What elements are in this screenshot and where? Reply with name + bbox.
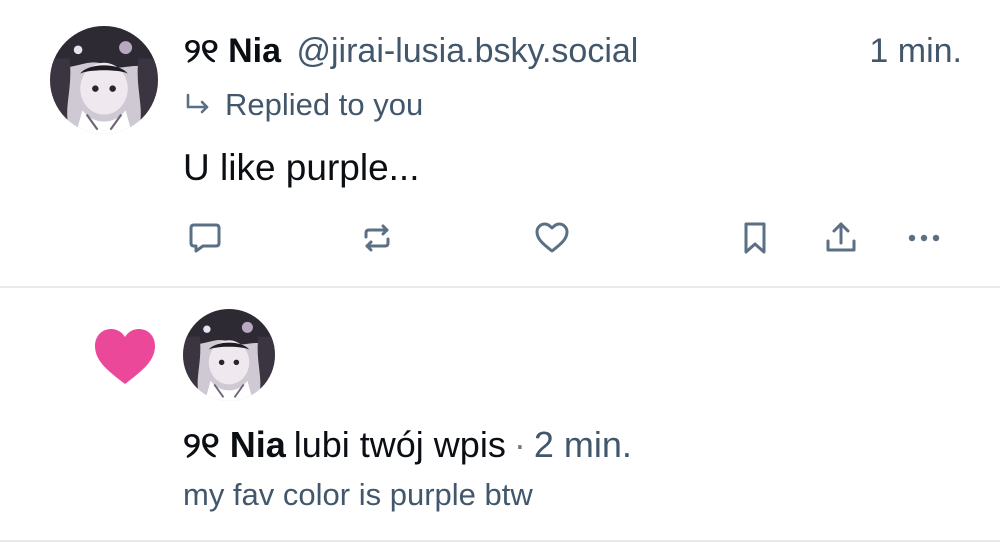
reply-context: Replied to you bbox=[183, 84, 423, 126]
author-handle[interactable]: @jirai-lusia.bsky.social bbox=[296, 32, 638, 70]
more-icon bbox=[908, 234, 940, 242]
reply-header: ୨୧ Nia @jirai-lusia.bsky.social bbox=[184, 28, 964, 74]
author-emoji: ୨୧ bbox=[184, 31, 219, 71]
liker-avatar[interactable] bbox=[183, 309, 275, 401]
like-timestamp: 2 min. bbox=[533, 424, 632, 465]
share-icon bbox=[826, 222, 856, 252]
notifications-feed: ୨୧ Nia @jirai-lusia.bsky.social 1 min. R… bbox=[0, 0, 1000, 543]
reply-arrow-icon bbox=[186, 93, 209, 114]
reply-context-label: Replied to you bbox=[225, 87, 424, 122]
bookmark-button[interactable] bbox=[733, 218, 777, 258]
reply-notification[interactable]: ୨୧ Nia @jirai-lusia.bsky.social 1 min. R… bbox=[0, 0, 1000, 286]
separator-dot: · bbox=[513, 424, 526, 465]
post-text: U like purple... bbox=[183, 147, 420, 188]
liker-emoji: ୨୧ bbox=[183, 425, 220, 466]
divider bbox=[0, 540, 1000, 542]
heart-filled-icon bbox=[95, 329, 155, 384]
liked-post-snippet[interactable]: my fav color is purple btw bbox=[183, 474, 533, 516]
like-action-text: lubi twój wpis bbox=[293, 424, 506, 465]
share-button[interactable] bbox=[819, 218, 863, 258]
like-button[interactable] bbox=[530, 218, 574, 258]
like-icon bbox=[535, 222, 569, 253]
repost-button[interactable] bbox=[355, 218, 399, 258]
repost-icon bbox=[364, 224, 390, 252]
timestamp: 1 min. bbox=[869, 32, 962, 70]
bookmark-icon bbox=[744, 222, 766, 254]
liker-name[interactable]: Nia bbox=[230, 424, 286, 465]
reply-button[interactable] bbox=[183, 218, 227, 258]
avatar-image bbox=[50, 26, 158, 134]
more-options-button[interactable] bbox=[902, 218, 946, 258]
author-avatar[interactable] bbox=[50, 26, 158, 134]
reply-icon bbox=[189, 223, 221, 253]
like-summary: ୨୧ Nia lubi twój wpis · 2 min. bbox=[183, 420, 632, 470]
author-name[interactable]: Nia bbox=[228, 32, 281, 70]
avatar-image bbox=[183, 309, 275, 401]
divider bbox=[0, 286, 1000, 288]
